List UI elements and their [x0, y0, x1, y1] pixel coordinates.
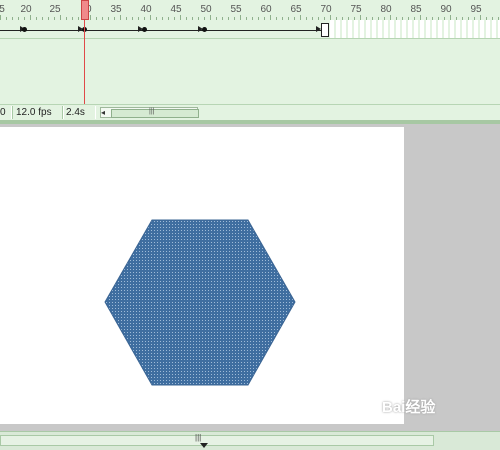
watermark-logo: Bai经验 [382, 399, 436, 416]
timeline-panel: 520253035404550556065707580859095 0 12.0… [0, 0, 500, 121]
down-arrow-icon[interactable] [200, 443, 208, 448]
keyframe-20[interactable] [22, 27, 27, 32]
stage-hscroll[interactable]: ||| [0, 431, 500, 450]
stage-hscroll-track[interactable] [0, 435, 434, 446]
ruler-label: 55 [230, 4, 242, 15]
playhead-marker[interactable] [81, 0, 89, 20]
stage-canvas[interactable] [0, 127, 404, 424]
stage-svg [104, 219, 296, 386]
ruler-label: 20 [20, 4, 32, 15]
elapsed-time: 2.4s [62, 106, 96, 119]
ruler-label: 75 [350, 4, 362, 15]
stage-scroll-grip-icon: ||| [195, 433, 202, 442]
timeline-statusbar: 0 12.0 fps 2.4s ||| ◂ [0, 104, 500, 121]
timeline-hscroll[interactable]: ||| [100, 107, 199, 118]
ruler-label: 95 [470, 4, 482, 15]
ruler-label: 85 [410, 4, 422, 15]
hexagon-shape[interactable] [104, 219, 296, 386]
empty-frame-cells[interactable] [330, 20, 500, 39]
ruler-label: 80 [380, 4, 392, 15]
scroll-grip-icon: ||| [149, 108, 155, 115]
fps-display[interactable]: 12.0 fps [12, 106, 64, 119]
tween-span-1 [0, 30, 84, 31]
ruler-label: 35 [110, 4, 122, 15]
ruler-label: 90 [440, 4, 452, 15]
timeline-hscroll-thumb[interactable] [111, 109, 199, 118]
current-frame: 0 [0, 106, 12, 119]
ruler-label: 40 [140, 4, 152, 15]
scroll-left-arrow-icon[interactable]: ◂ [101, 108, 105, 117]
keyframe-40[interactable] [142, 27, 147, 32]
ruler-label: 60 [260, 4, 272, 15]
ruler-label: 45 [170, 4, 182, 15]
ruler-label: 50 [200, 4, 212, 15]
ruler-label: 65 [290, 4, 302, 15]
panel-divider[interactable] [0, 120, 500, 124]
ruler-label: 70 [320, 4, 332, 15]
end-keyframe-70[interactable] [321, 23, 329, 37]
ruler-label: 25 [49, 4, 61, 15]
ruler-label: 5 [0, 4, 5, 15]
keyframe-50[interactable] [202, 27, 207, 32]
frame-ruler[interactable]: 520253035404550556065707580859095 [0, 0, 500, 21]
